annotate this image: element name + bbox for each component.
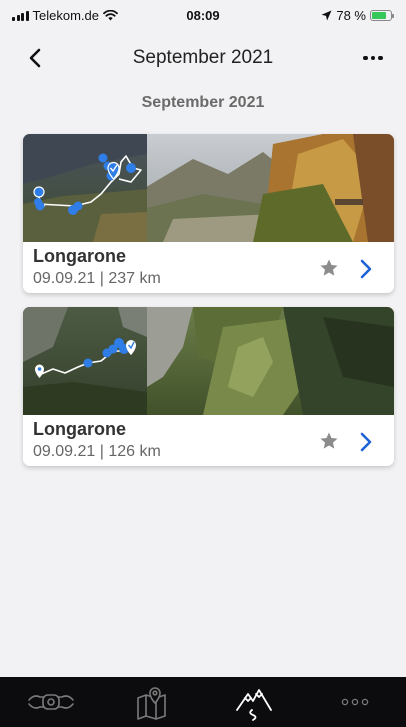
wifi-icon: [103, 9, 118, 20]
section-header: September 2021: [141, 94, 265, 111]
status-right: 78 %: [321, 7, 394, 23]
more-dots-icon[interactable]: [358, 46, 388, 70]
location-arrow-icon: [321, 10, 332, 20]
trip-meta: 09.09.21 | 126 km: [33, 443, 161, 460]
chevron-right-icon[interactable]: [356, 431, 376, 453]
tab-more[interactable]: [325, 680, 385, 724]
status-bar: Telekom.de 08:09 78 %: [0, 0, 406, 30]
tab-map[interactable]: [122, 680, 182, 724]
signal-icon: [12, 10, 29, 21]
navigation-bar: September 2021: [0, 38, 406, 78]
battery-percent: 78 %: [336, 7, 366, 23]
trip-card[interactable]: Longarone 09.09.21 | 237 km: [23, 134, 394, 293]
tab-routes[interactable]: [224, 680, 284, 724]
tab-motorcycle[interactable]: [21, 680, 81, 724]
carrier-label: Telekom.de: [32, 7, 99, 23]
chevron-right-icon[interactable]: [356, 258, 376, 280]
more-icon: [342, 698, 369, 706]
motorcycle-icon: [27, 694, 74, 710]
mountain-route-icon: [235, 689, 272, 721]
map-pin-icon: [137, 687, 167, 720]
trip-thumbnail-image: [23, 134, 394, 242]
trip-thumbnail-image: [23, 307, 394, 415]
trip-card[interactable]: Longarone 09.09.21 | 126 km: [23, 307, 394, 466]
trip-title: Longarone: [33, 419, 126, 439]
status-left: Telekom.de: [12, 8, 118, 23]
trip-meta: 09.09.21 | 237 km: [33, 270, 161, 287]
chevron-left-icon[interactable]: [22, 44, 50, 72]
tab-bar: [0, 677, 406, 727]
page-title: September 2021: [132, 47, 274, 68]
battery-charging-icon: [370, 9, 394, 21]
star-icon[interactable]: [319, 431, 339, 451]
star-icon[interactable]: [319, 258, 339, 278]
trip-title: Longarone: [33, 246, 126, 266]
